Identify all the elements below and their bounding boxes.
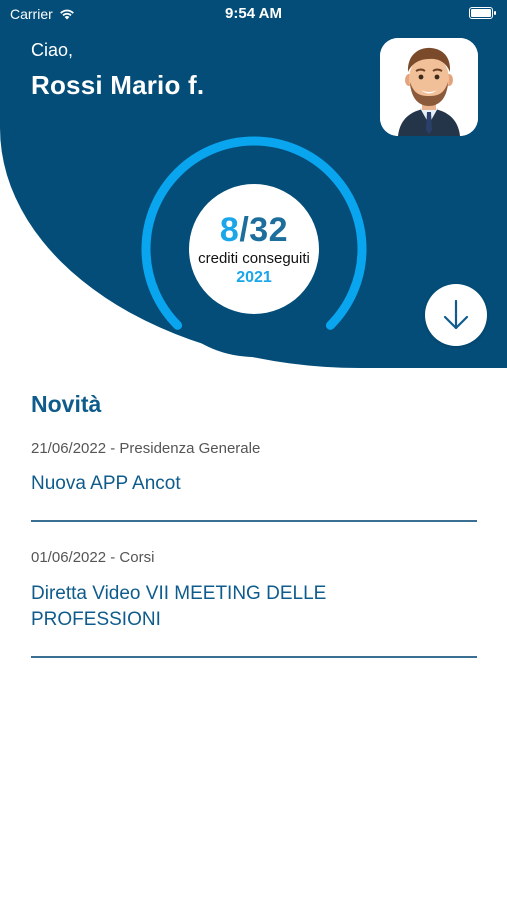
status-time: 9:54 AM (225, 5, 282, 22)
news-item[interactable]: 01/06/2022 - Corsi Diretta Video VII MEE… (31, 549, 477, 661)
news-section-title: Novità (31, 391, 102, 417)
status-bar: Carrier 9:54 AM (0, 0, 507, 28)
memoji-avatar-icon (380, 38, 478, 136)
avatar[interactable] (380, 38, 478, 136)
news-item[interactable]: 21/06/2022 - Presidenza Generale Nuova A… (31, 440, 477, 524)
greeting-block: Ciao, Rossi Mario f. (31, 40, 204, 101)
download-button[interactable] (425, 284, 487, 346)
credits-progress-ring: 8/32 crediti conseguiti 2021 (139, 134, 369, 364)
credits-count: 8/32 (220, 212, 288, 248)
news-item-meta: 21/06/2022 - Presidenza Generale (31, 440, 261, 457)
user-name: Rossi Mario f. (31, 70, 205, 100)
credits-label: crediti conseguiti (198, 249, 310, 267)
credits-separator: / (239, 210, 250, 249)
news-item-headline[interactable]: Nuova APP Ancot (31, 471, 181, 497)
arrow-down-icon (443, 299, 469, 330)
news-item-headline[interactable]: Diretta Video VII MEETING DELLE PROFESSI… (31, 581, 461, 633)
credits-summary: 8/32 crediti conseguiti 2021 (189, 184, 319, 314)
news-item-meta: 01/06/2022 - Corsi (31, 549, 155, 566)
credits-total: 32 (249, 210, 289, 249)
news-divider (31, 656, 477, 658)
credits-year: 2021 (236, 268, 272, 286)
app-screen: Carrier 9:54 AM Ciao, Rossi Mario f. 8/3… (0, 0, 507, 900)
news-divider (31, 520, 477, 522)
credits-achieved: 8 (219, 210, 240, 249)
battery-icon (469, 7, 496, 19)
greeting-text: Ciao, (31, 40, 74, 60)
